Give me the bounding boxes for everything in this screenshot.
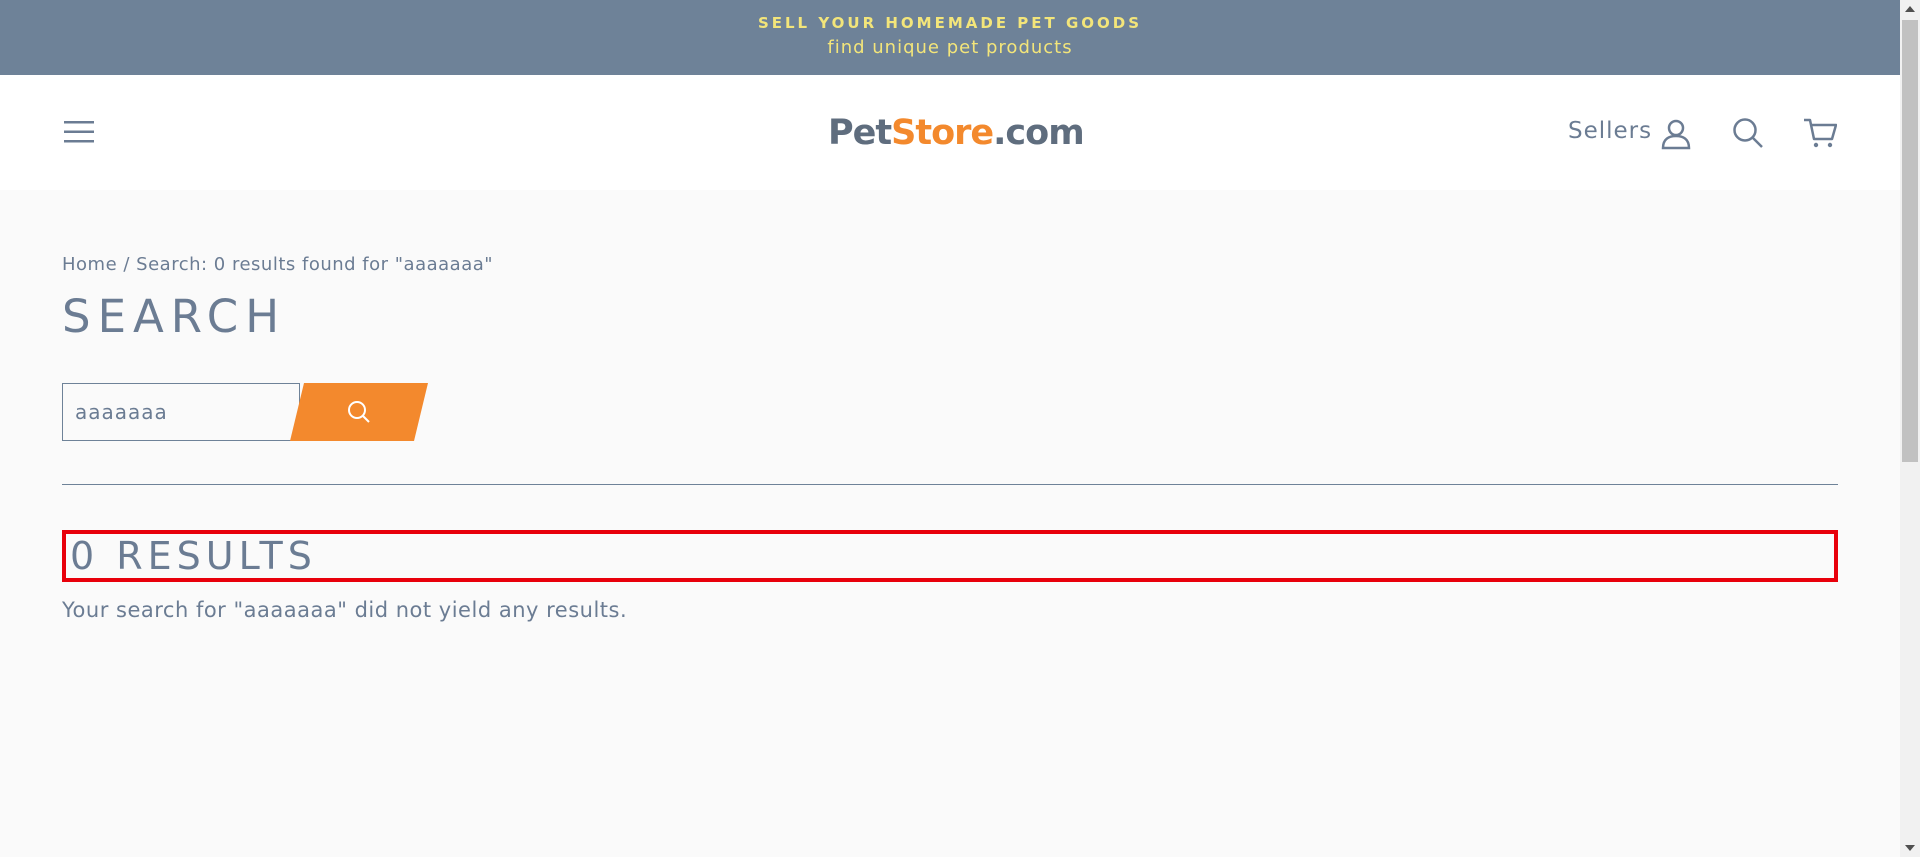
logo-pet: Pet	[828, 113, 892, 153]
site-logo[interactable]: PetStore.com	[828, 108, 1085, 158]
announcement-subline[interactable]: find unique pet products	[0, 37, 1900, 58]
search-form	[62, 383, 428, 441]
scroll-up-arrow-icon[interactable]	[1905, 6, 1915, 12]
logo-dotcom: .com	[993, 113, 1085, 153]
announcement-headline[interactable]: SELL YOUR HOMEMADE PET GOODS	[0, 14, 1900, 32]
user-icon[interactable]	[1660, 118, 1692, 150]
breadcrumb: Home / Search: 0 results found for "aaaa…	[62, 254, 493, 275]
announcement-bar[interactable]: SELL YOUR HOMEMADE PET GOODS find unique…	[0, 0, 1900, 75]
scrollbar[interactable]	[1900, 0, 1920, 857]
search-icon[interactable]	[1732, 117, 1764, 149]
sellers-link[interactable]: Sellers	[1568, 118, 1652, 144]
scrollbar-thumb[interactable]	[1902, 20, 1918, 462]
logo-store: Store	[891, 113, 994, 153]
cart-icon[interactable]	[1803, 117, 1838, 149]
site-header: PetStore.com Sellers	[0, 75, 1900, 190]
hamburger-menu-icon[interactable]	[62, 117, 96, 147]
breadcrumb-home-link[interactable]: Home	[62, 254, 117, 275]
page: SELL YOUR HOMEMADE PET GOODS find unique…	[0, 0, 1920, 857]
search-submit-button[interactable]	[290, 383, 428, 441]
results-heading: 0 RESULTS	[62, 530, 1838, 582]
search-icon	[348, 401, 370, 423]
scroll-down-arrow-icon[interactable]	[1905, 845, 1915, 851]
divider	[62, 484, 1838, 485]
breadcrumb-separator: /	[117, 254, 137, 275]
search-input[interactable]	[62, 383, 300, 441]
breadcrumb-current: Search: 0 results found for "aaaaaaa"	[136, 254, 494, 275]
page-title: SEARCH	[62, 290, 287, 343]
results-message: Your search for "aaaaaaa" did not yield …	[62, 598, 628, 622]
